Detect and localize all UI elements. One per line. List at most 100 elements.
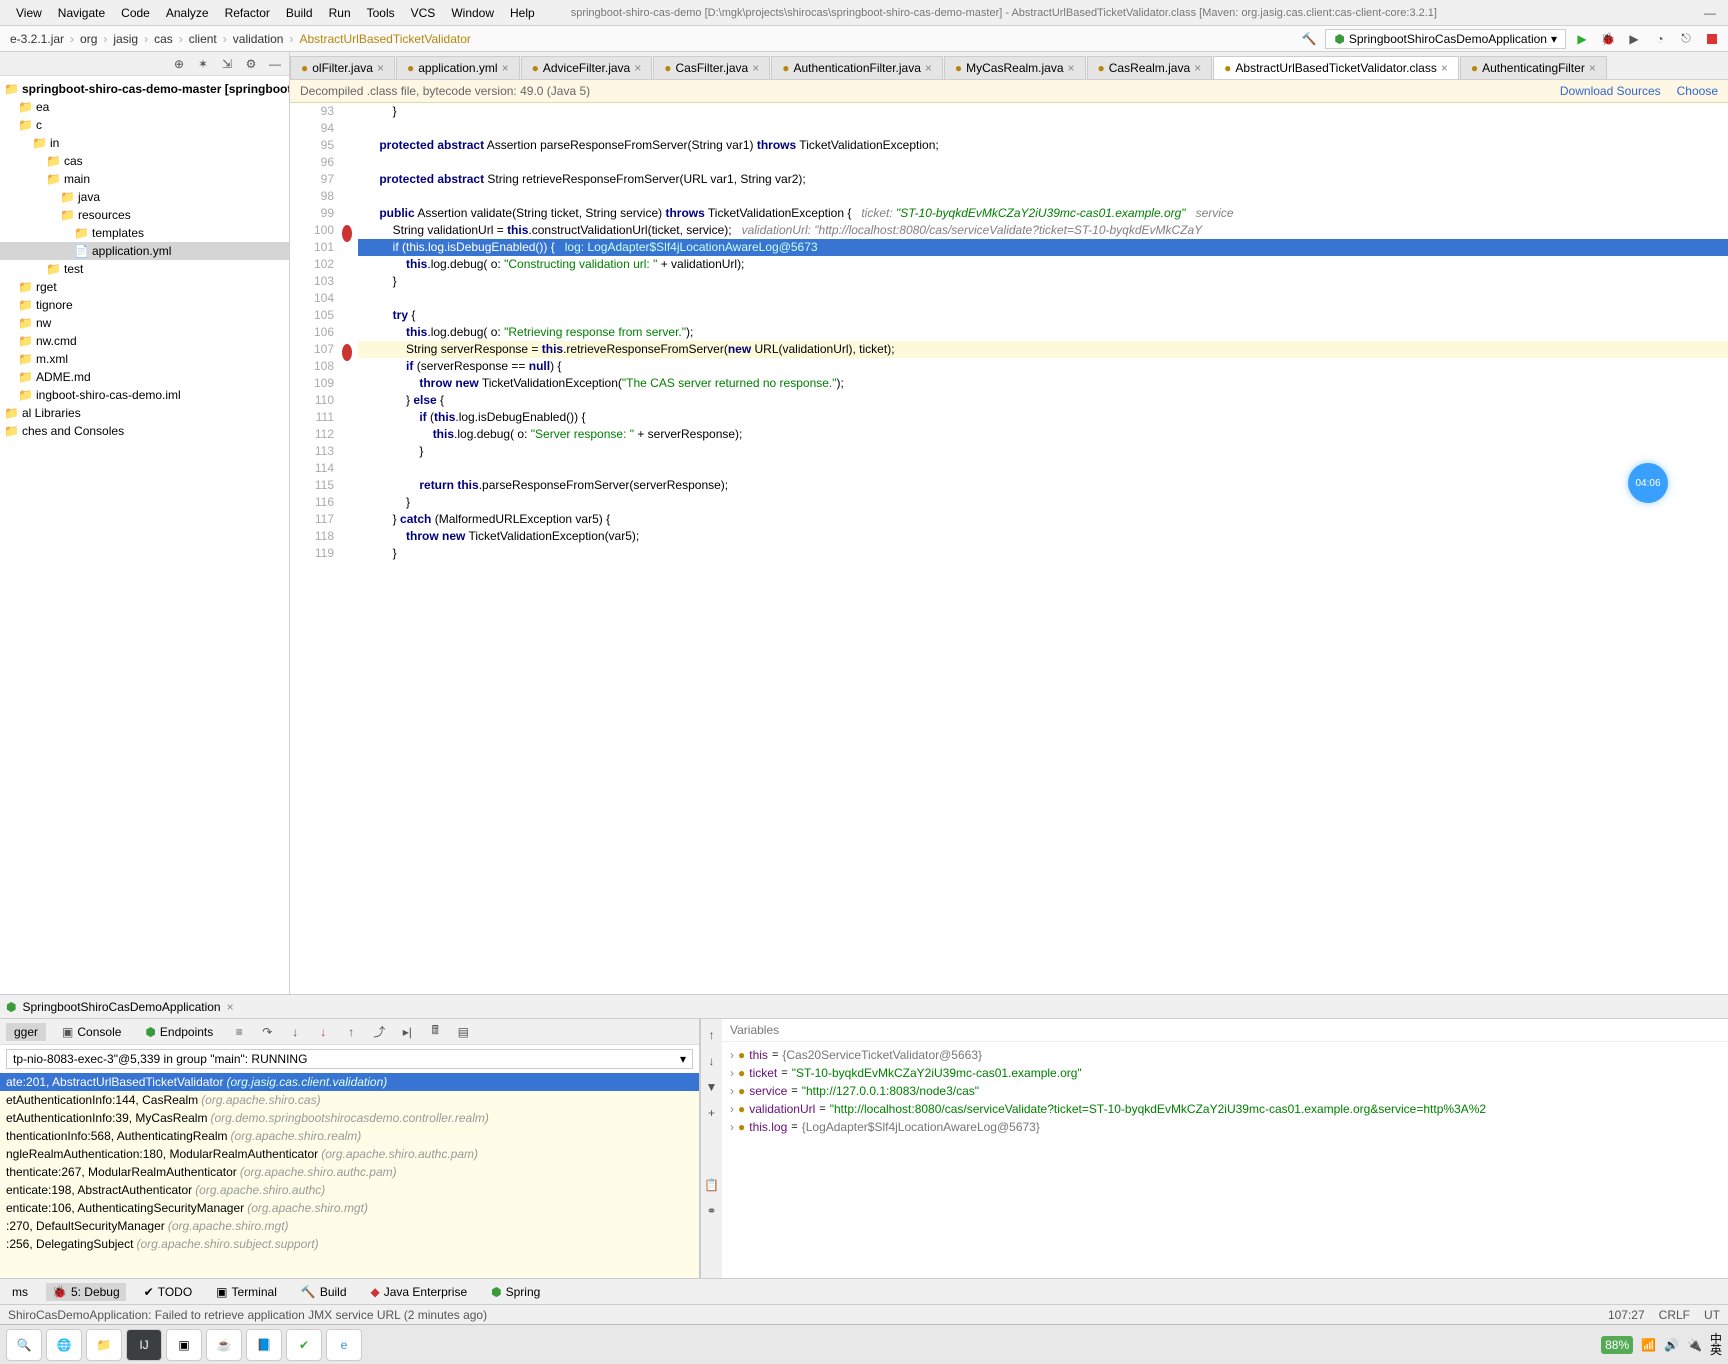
encoding[interactable]: UT [1704,1308,1720,1322]
variable-row[interactable]: › ● this = {Cas20ServiceTicketValidator@… [730,1046,1720,1064]
menu-item[interactable]: Refactor [217,6,278,20]
close-icon[interactable]: × [1068,61,1075,75]
tree-node[interactable]: 📁rget [0,278,289,296]
trace-icon[interactable]: ▤ [453,1022,473,1042]
menu-item[interactable]: Tools [359,6,403,20]
crumb[interactable]: cas [150,32,177,46]
tree-node[interactable]: 📁cas [0,152,289,170]
crumb[interactable]: e-3.2.1.jar [6,32,68,46]
line-sep[interactable]: CRLF [1659,1308,1690,1322]
tree-node[interactable]: 📁in [0,134,289,152]
debug-session-name[interactable]: SpringbootShiroCasDemoApplication [22,1000,220,1014]
bottom-tab-jee[interactable]: ◆Java Enterprise [365,1283,474,1301]
collapse-icon[interactable]: ⇲ [217,54,237,74]
drop-frame-icon[interactable]: ⤴ [369,1022,389,1042]
bottom-tab-debug[interactable]: 🐞5: Debug [46,1283,126,1301]
close-icon[interactable]: × [752,61,759,75]
close-icon[interactable]: × [1194,61,1201,75]
editor-tab[interactable]: ●CasFilter.java× [653,56,770,79]
tree-node[interactable]: 📁al Libraries [0,404,289,422]
expand-icon[interactable]: › [730,1102,734,1116]
profile-icon[interactable]: ◔ [1650,29,1670,49]
taskbar-app-icon[interactable]: e [326,1329,362,1361]
tree-node[interactable]: 📁java [0,188,289,206]
tree-node[interactable]: 📁m.xml [0,350,289,368]
editor-tab[interactable]: ●MyCasRealm.java× [944,56,1086,79]
add-watch-icon[interactable]: + [702,1103,722,1123]
minimize-icon[interactable]: — [1700,3,1720,23]
bottom-tab[interactable]: ms [6,1283,34,1301]
taskbar-app-icon[interactable]: ☕ [206,1329,242,1361]
hide-icon[interactable]: — [265,54,285,74]
choose-sources-link[interactable]: Choose [1677,84,1718,98]
tree-node[interactable]: 📁tignore [0,296,289,314]
step-out-icon[interactable]: ↑ [341,1022,361,1042]
menu-item[interactable]: Window [443,6,502,20]
close-icon[interactable]: × [377,61,384,75]
editor-tab[interactable]: ●application.yml× [396,56,520,79]
stack-frame[interactable]: etAuthenticationInfo:39, MyCasRealm (org… [0,1109,699,1127]
stack-frame[interactable]: enticate:198, AbstractAuthenticator (org… [0,1181,699,1199]
thread-selector[interactable]: tp-nio-8083-exec-3"@5,339 in group "main… [6,1049,693,1069]
frames-layout-icon[interactable]: ≡ [229,1022,249,1042]
menu-item[interactable]: Analyze [158,6,217,20]
editor-tab[interactable]: ●AuthenticationFilter.java× [771,56,943,79]
code-area[interactable]: } protected abstract Assertion parseResp… [358,103,1728,994]
stack-frame[interactable]: ate:201, AbstractUrlBasedTicketValidator… [0,1073,699,1091]
editor-tab[interactable]: ●CasRealm.java× [1087,56,1213,79]
run-icon[interactable]: ▶ [1572,29,1592,49]
tree-node[interactable]: 📁resources [0,206,289,224]
taskbar-app-icon[interactable]: 🌐 [46,1329,82,1361]
tray-sound-icon[interactable]: 🔊 [1664,1338,1679,1352]
variable-row[interactable]: › ● this.log = {LogAdapter$Slf4jLocation… [730,1118,1720,1136]
close-icon[interactable]: × [634,61,641,75]
tree-node[interactable]: 📁nw [0,314,289,332]
stack-frame[interactable]: ngleRealmAuthentication:180, ModularReal… [0,1145,699,1163]
taskbar-app-icon[interactable]: ✔ [286,1329,322,1361]
stack-frame[interactable]: etAuthenticationInfo:144, CasRealm (org.… [0,1091,699,1109]
bottom-tab-terminal[interactable]: ▣Terminal [210,1283,283,1301]
download-sources-link[interactable]: Download Sources [1560,84,1661,98]
taskbar-app-icon[interactable]: 🔍 [6,1329,42,1361]
step-over-icon[interactable]: ↷ [257,1022,277,1042]
tree-node[interactable]: 📄application.yml [0,242,289,260]
stack-frame[interactable]: :270, DefaultSecurityManager (org.apache… [0,1217,699,1235]
taskbar-app-icon[interactable]: IJ [126,1329,162,1361]
menu-item[interactable]: Run [321,6,359,20]
bottom-tab-spring[interactable]: ⬢Spring [485,1283,546,1301]
tree-node[interactable]: 📁test [0,260,289,278]
taskbar-app-icon[interactable]: 📘 [246,1329,282,1361]
menu-item[interactable]: Build [278,6,321,20]
menu-item[interactable]: View [8,6,50,20]
coverage-icon[interactable]: ▶ [1624,29,1644,49]
menu-item[interactable]: VCS [403,6,444,20]
tray-power-icon[interactable]: 🔌 [1687,1338,1702,1352]
force-step-into-icon[interactable]: ↓ [313,1022,333,1042]
expand-icon[interactable]: › [730,1048,734,1062]
tree-node[interactable]: 📁main [0,170,289,188]
variable-row[interactable]: › ● validationUrl = "http://localhost:80… [730,1100,1720,1118]
debug-icon[interactable]: 🐞 [1598,29,1618,49]
link-icon[interactable]: ⚭ [702,1201,722,1221]
tree-node[interactable]: 📁ingboot-shiro-cas-demo.iml [0,386,289,404]
crumb[interactable]: validation [229,32,288,46]
tree-node[interactable]: 📁springboot-shiro-cas-demo-master [sprin… [0,80,289,98]
close-icon[interactable]: × [925,61,932,75]
expand-icon[interactable]: › [730,1066,734,1080]
expand-icon[interactable]: › [730,1084,734,1098]
console-tab[interactable]: ▣Console [54,1023,129,1041]
tree-node[interactable]: 📁nw.cmd [0,332,289,350]
tree-node[interactable]: 📁c [0,116,289,134]
hammer-icon[interactable]: 🔨 [1299,29,1319,49]
editor-tab[interactable]: ●AuthenticatingFilter× [1460,56,1607,79]
tree-node[interactable]: 📁ches and Consoles [0,422,289,440]
attach-icon[interactable]: ⎋ [1676,29,1696,49]
close-session-icon[interactable]: × [227,1000,234,1014]
nav-down-icon[interactable]: ↓ [702,1051,722,1071]
menu-item[interactable]: Navigate [50,6,113,20]
line-gutter[interactable]: 9394959697989910010110210310410510610710… [290,103,340,994]
tree-node[interactable]: 📁templates [0,224,289,242]
stack-frame[interactable]: thenticate:267, ModularRealmAuthenticato… [0,1163,699,1181]
tray-net-icon[interactable]: 📶 [1641,1338,1656,1352]
ime-indicator[interactable]: 中 英 [1710,1334,1722,1356]
